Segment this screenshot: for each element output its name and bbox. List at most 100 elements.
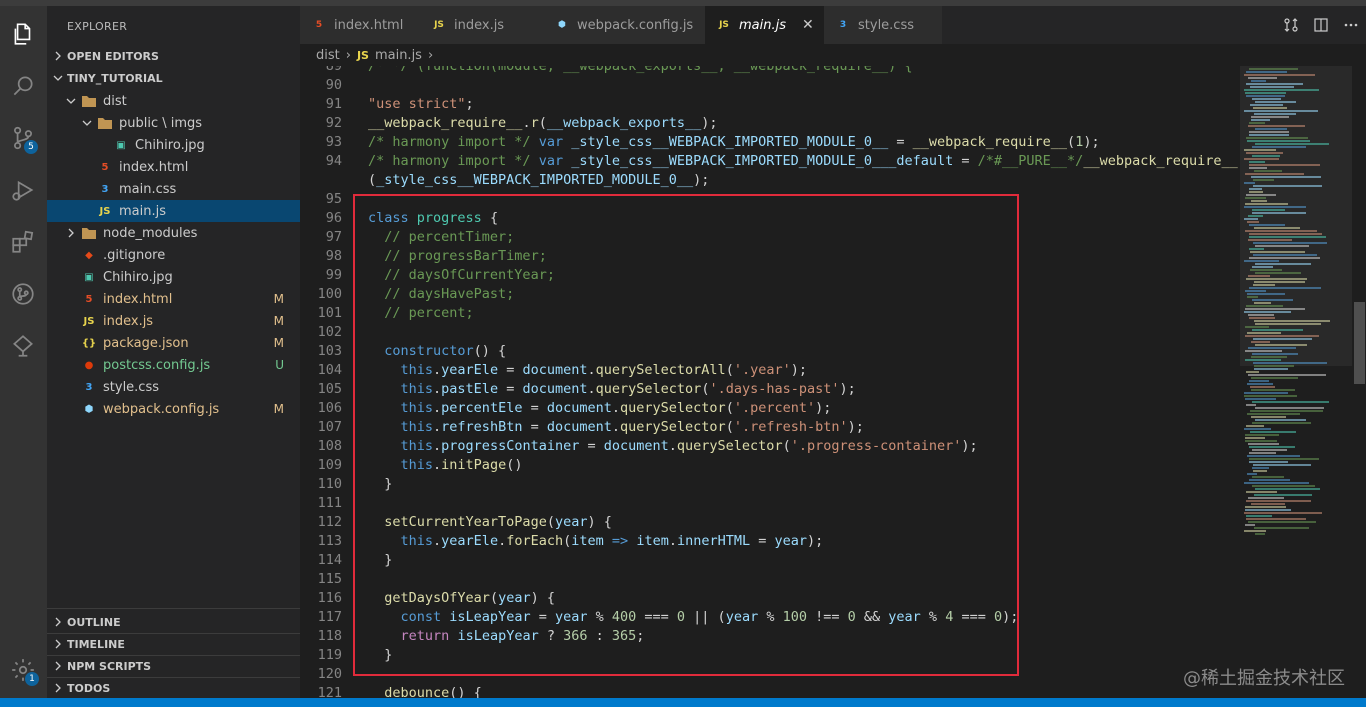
minimap-line [1247,383,1273,385]
code-text: } [368,552,393,568]
close-tab-icon[interactable]: ✕ [802,17,814,33]
open-editors-section[interactable]: OPEN EDITORS [47,45,300,67]
run-debug-icon[interactable] [9,176,37,204]
minimap-line [1255,128,1287,130]
tree-item[interactable]: JS main.js [47,200,300,222]
minimap-line [1249,257,1320,259]
line-number: 99 [325,267,342,283]
code-text: this.initPage() [400,457,523,473]
minimap-line [1248,275,1270,277]
tree-item[interactable]: 3 style.css [47,376,300,398]
explorer-files-icon[interactable] [9,20,37,48]
chevron-right-icon [55,639,61,649]
search-icon[interactable] [9,72,37,100]
tree-item[interactable]: public \ imgs [47,112,300,134]
minimap-line [1252,98,1281,100]
scrollbar-thumb[interactable] [1354,302,1365,384]
extensions-icon[interactable] [9,228,37,256]
breadcrumb-folder[interactable]: dist [316,48,340,63]
tab-index-html[interactable]: 5 index.html [300,6,421,44]
section-todos[interactable]: TODOS [47,677,300,699]
minimap-line [1246,404,1256,406]
tree-item[interactable]: 5 index.html M [47,288,300,310]
tree-item[interactable]: 5 index.html [47,156,300,178]
minimap-line [1254,281,1305,283]
tree-item[interactable]: ⬢ webpack.config.js M [47,398,300,420]
section-npm-scripts[interactable]: NPM SCRIPTS [47,655,300,677]
code-line: 100 // daysHavePast; [300,285,1240,304]
minimap-line [1251,377,1298,379]
minimap-line [1249,479,1290,481]
tree-item[interactable]: ▣ Chihiro.jpg [47,134,300,156]
code-line: 115 [300,570,1240,589]
minimap-line [1255,263,1311,265]
breadcrumb: dist › JS main.js › [300,44,1366,66]
tree-item[interactable]: 3 main.css [47,178,300,200]
editor-tabs: 5 index.html JS index.js ⬢ webpack.config.js J… [300,6,1366,44]
minimap-line [1246,137,1308,139]
tree-item[interactable]: ◆ .gitignore [47,244,300,266]
image-file-icon: ▣ [116,139,126,151]
chevron-right-icon [55,617,61,627]
breadcrumb-file[interactable]: main.js [375,48,422,63]
minimap-line [1244,206,1306,208]
section-outline[interactable]: OUTLINE [47,611,300,633]
line-number: 112 [317,514,342,530]
minimap-line [1245,434,1279,436]
minimap-line [1246,152,1283,154]
minimap-line [1246,515,1272,517]
tab-main-js[interactable]: JS main.js ✕ [705,6,825,44]
divider [47,677,300,678]
code-line: 119 } [300,646,1240,665]
open-editors-label: OPEN EDITORS [67,49,159,63]
code-text: } [368,647,393,663]
minimap-line [1246,83,1303,85]
minimap-line [1249,191,1263,193]
minimap[interactable] [1240,66,1352,698]
tree-item[interactable]: JS index.js M [47,310,300,332]
minimap-line [1253,284,1275,286]
minimap-line [1254,368,1288,370]
minimap-line [1246,425,1264,427]
code-line: 107 this.refreshBtn = document.querySele… [300,418,1240,437]
chevron-right-icon [55,683,61,693]
tab-index-js[interactable]: JS index.js [420,6,544,44]
minimap-line [1247,413,1300,415]
git-status-badge: M [273,314,284,328]
tree-item[interactable]: ▣ Chihiro.jpg [47,266,300,288]
minimap-line [1255,407,1324,409]
line-number: 118 [317,628,342,644]
tree-item-label: webpack.config.js [103,401,220,417]
minimap-line [1253,464,1311,466]
postcss-file-icon: ● [84,359,94,371]
code-editor[interactable]: 89 /* */ (function(module, __webpack_expo… [300,66,1240,698]
code-line: 113 this.yearEle.forEach(item => item.in… [300,532,1240,551]
more-actions-icon[interactable] [1336,17,1366,33]
minimap-line [1254,113,1296,115]
tree-item[interactable]: {} package.json M [47,332,300,354]
tree-item[interactable]: dist [47,90,300,112]
split-editor-icon[interactable] [1306,17,1336,33]
remote-explorer-icon[interactable] [9,332,37,360]
tab-label: webpack.config.js [577,17,694,33]
tab-style-css[interactable]: 3 style.css [824,6,943,44]
tree-item[interactable]: ● postcss.config.js U [47,354,300,376]
tab-webpack-config-js[interactable]: ⬢ webpack.config.js [543,6,706,44]
project-section[interactable]: TINY_TUTORIAL [47,67,300,89]
divider [47,655,300,656]
tree-item-label: postcss.config.js [103,357,211,373]
minimap-line [1252,485,1315,487]
compare-changes-icon[interactable] [1276,17,1306,33]
section-timeline[interactable]: TIMELINE [47,633,300,655]
minimap-line [1248,125,1305,127]
minimap-line [1251,341,1270,343]
code-text: // percentTimer; [384,229,515,245]
vertical-scrollbar[interactable] [1352,66,1366,698]
tree-item-label: Chihiro.jpg [103,269,173,285]
code-text: // daysHavePast; [384,286,515,302]
minimap-line [1245,440,1277,442]
tree-item[interactable]: node_modules [47,222,300,244]
minimap-line [1251,119,1270,121]
line-number: 97 [325,229,342,245]
git-graph-icon[interactable] [9,280,37,308]
